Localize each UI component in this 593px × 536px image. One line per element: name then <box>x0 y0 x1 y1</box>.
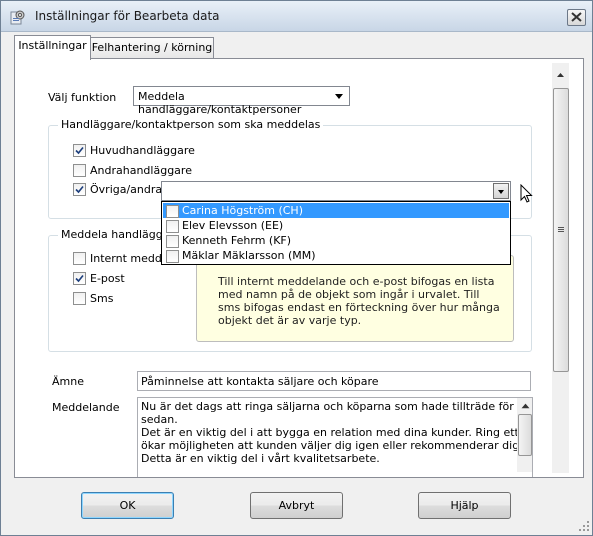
tooltip-text: Till internt meddelande och e-post bifog… <box>218 275 500 327</box>
dropdown-item-checkbox[interactable] <box>166 250 179 263</box>
dropdown-item-label: Mäklar Mäklarsson (MM) <box>182 249 316 262</box>
ovriga-label: Övriga/andra: <box>90 183 166 196</box>
function-label: Välj funktion <box>48 91 117 104</box>
message-label: Meddelande <box>52 401 120 414</box>
huvudhandlaggare-label: Huvudhandläggare <box>90 144 195 157</box>
tab-felhantering[interactable]: Felhantering / körning <box>90 37 214 59</box>
settings-dialog: Inställningar för Bearbeta data Inställn… <box>0 0 593 536</box>
title-bar[interactable]: Inställningar för Bearbeta data <box>1 1 592 32</box>
scroll-up-arrow-icon[interactable] <box>517 398 534 415</box>
scroll-grip <box>558 227 564 228</box>
resize-grip-icon[interactable] <box>579 521 590 532</box>
function-select[interactable]: Meddela handläggare/kontaktpersoner <box>133 86 350 116</box>
dropdown-item[interactable]: Carina Högström (CH) <box>163 203 509 218</box>
e-post-checkbox[interactable] <box>73 272 86 285</box>
subject-label: Ämne <box>52 375 84 388</box>
chevron-down-icon <box>498 190 504 194</box>
mouse-pointer-icon <box>520 184 533 203</box>
subject-input[interactable]: Påminnelse att kontakta säljare och köpa… <box>137 371 531 391</box>
chevron-down-icon <box>335 94 343 99</box>
dropdown-item-label: Carina Högström (CH) <box>182 204 303 217</box>
panel-scrollbar[interactable] <box>552 63 569 473</box>
function-select-value: Meddela handläggare/kontaktpersoner <box>138 90 302 116</box>
sms-checkbox[interactable] <box>73 292 86 305</box>
andrahandlaggare-checkbox[interactable] <box>73 164 86 177</box>
scroll-up-arrow-icon[interactable] <box>552 67 569 84</box>
settings-panel: Välj funktion Meddela handläggare/kontak… <box>14 58 584 478</box>
dropdown-item-checkbox[interactable] <box>166 205 179 218</box>
tab-installningar[interactable]: Inställningar <box>14 35 91 60</box>
message-scrollbar[interactable] <box>517 398 532 472</box>
sms-label: Sms <box>90 292 114 305</box>
close-button[interactable] <box>567 9 586 26</box>
dropdown-item-label: Elev Elevsson (EE) <box>182 219 284 232</box>
message-textarea[interactable]: Nu är det dags att ringa säljarna och kö… <box>137 397 533 477</box>
dropdown-item-label: Kenneth Fehrm (KF) <box>182 234 292 247</box>
huvudhandlaggare-checkbox[interactable] <box>73 144 86 157</box>
close-icon <box>571 12 582 22</box>
notify-tooltip: Till internt meddelande och e-post bifog… <box>196 255 514 342</box>
app-gear-icon <box>10 10 25 25</box>
message-scroll-thumb[interactable] <box>518 414 532 456</box>
e-post-label: E-post <box>90 272 125 285</box>
help-button[interactable]: Hjälp <box>418 492 511 519</box>
combo-dropdown-button[interactable] <box>493 183 509 199</box>
dropdown-item-checkbox[interactable] <box>166 235 179 248</box>
cancel-button[interactable]: Avbryt <box>250 492 343 519</box>
checkmark-icon <box>75 185 84 194</box>
message-line: Det är en viktig del i att bygga en rela… <box>141 426 533 439</box>
dropdown-item[interactable]: Kenneth Fehrm (KF) <box>163 233 509 248</box>
recipients-dropdown-list: Carina Högström (CH) Elev Elevsson (EE) … <box>161 201 511 265</box>
dropdown-item[interactable]: Mäklar Mäklarsson (MM) <box>163 248 509 263</box>
panel-scroll-thumb[interactable] <box>553 88 569 372</box>
dropdown-item[interactable]: Elev Elevsson (EE) <box>163 218 509 233</box>
scroll-grip <box>558 231 564 232</box>
ovriga-checkbox[interactable] <box>73 183 86 196</box>
message-line: ökar möjligheten att kunden väljer dig i… <box>141 439 533 452</box>
message-line: Detta är en viktig del i vårt kvalitetsa… <box>141 452 380 465</box>
message-line: sedan. <box>141 413 178 426</box>
internt-meddelande-checkbox[interactable] <box>73 252 86 265</box>
window-title: Inställningar för Bearbeta data <box>35 9 220 23</box>
dropdown-item-checkbox[interactable] <box>166 220 179 233</box>
recipients-group-title: Handläggare/kontaktperson som ska meddel… <box>58 118 324 131</box>
ok-button[interactable]: OK <box>81 492 174 519</box>
message-line: Nu är det dags att ringa säljarna och kö… <box>141 400 533 413</box>
checkmark-icon <box>75 274 84 283</box>
scroll-grip <box>558 229 564 230</box>
other-recipients-combo[interactable] <box>161 181 511 201</box>
checkmark-icon <box>75 146 84 155</box>
andrahandlaggare-label: Andrahandläggare <box>90 164 192 177</box>
subject-value: Påminnelse att kontakta säljare och köpa… <box>141 375 379 388</box>
